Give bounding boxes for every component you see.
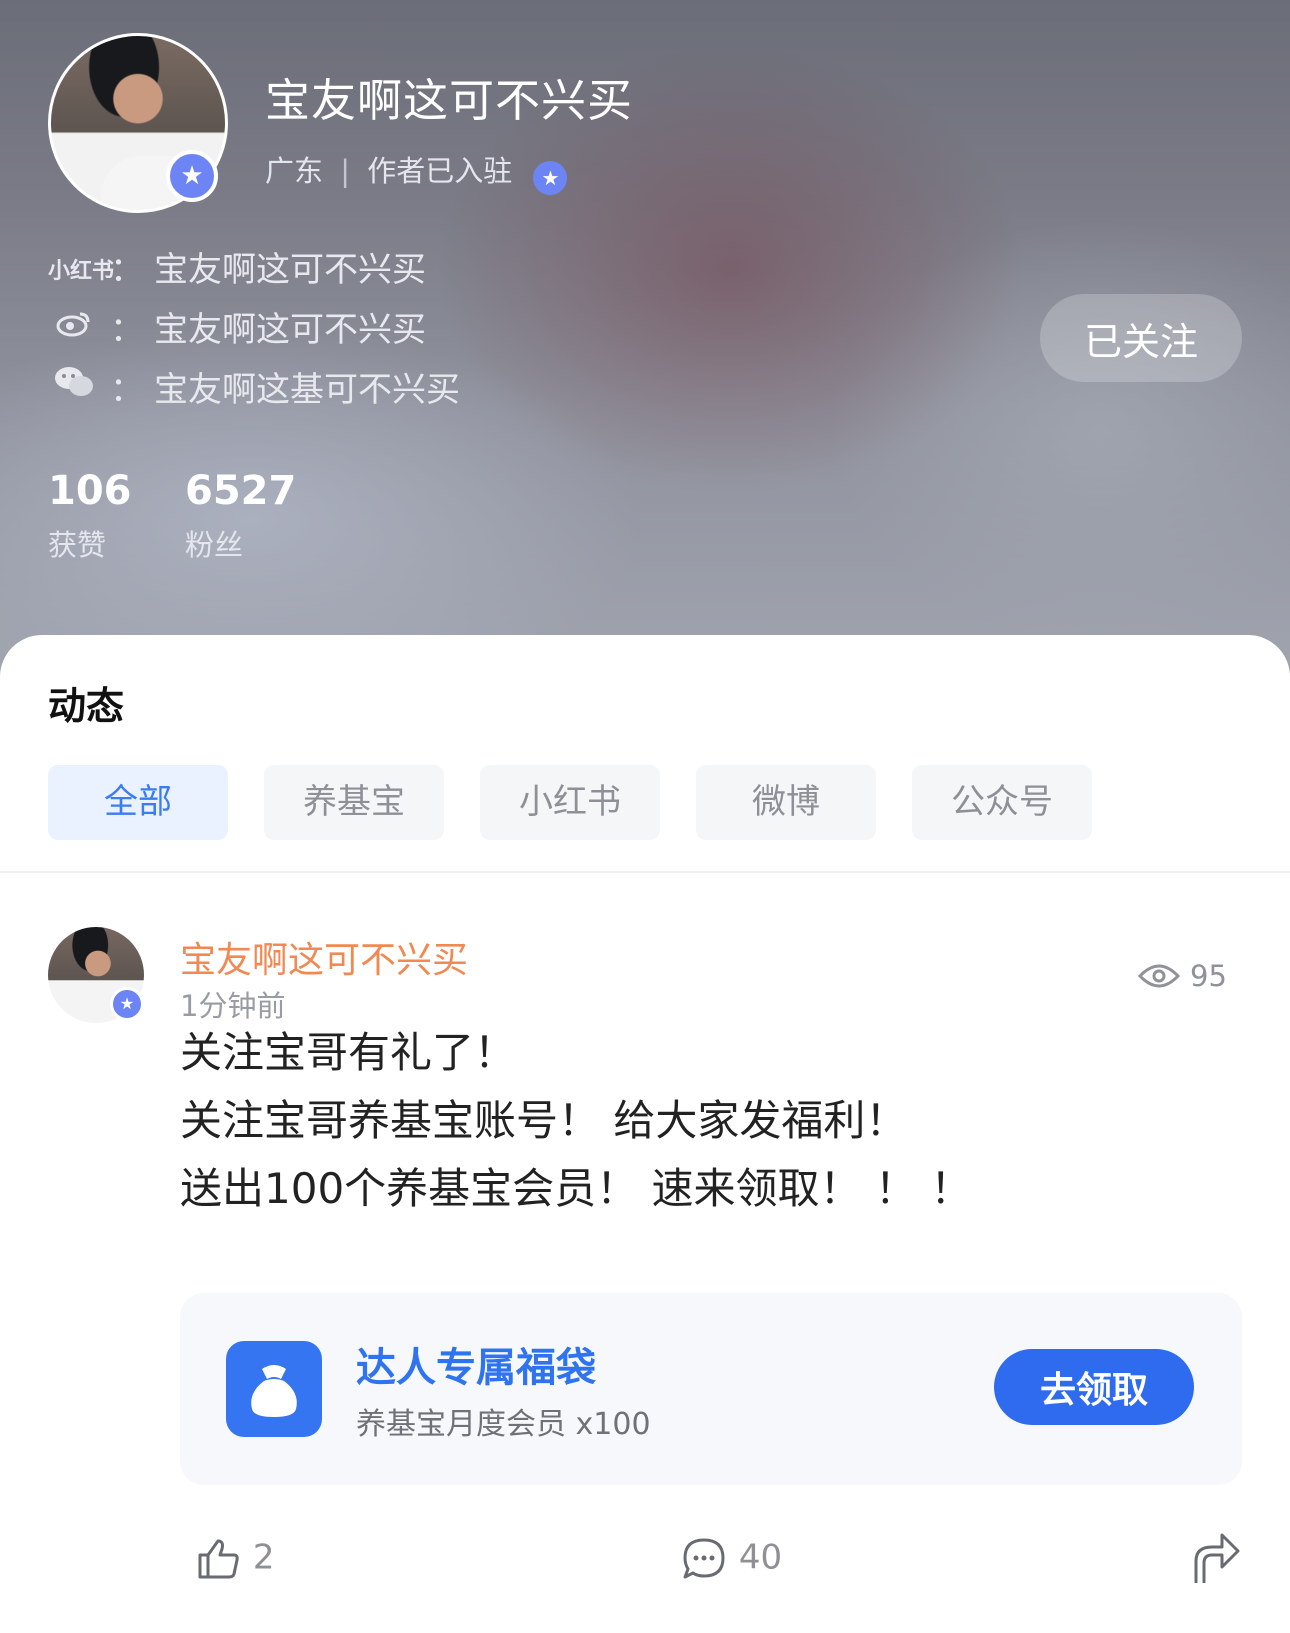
like-button[interactable]: 2 (194, 1535, 274, 1583)
profile-page: ★ 宝友啊这可不兴买 广东 | 作者已入驻 ★ 小红书： 宝友啊这可不兴买 ：宝友… (0, 0, 1290, 1633)
social-colon: ： (110, 250, 144, 290)
post-line-2: 关注宝哥养基宝账号！ 给大家发福利！ (180, 1096, 908, 1145)
tab-official-account[interactable]: 公众号 (912, 765, 1092, 840)
feed-panel: 动态 全部 养基宝 小红书 微博 公众号 ★ 宝友啊这可不兴买 1分钟前 95 … (0, 635, 1290, 1633)
wechat-icon (48, 364, 100, 406)
social-wechat-row[interactable]: ：宝友啊这基可不兴买 (48, 362, 460, 411)
social-handle: 宝友啊这可不兴买 (154, 310, 426, 350)
post-author-name[interactable]: 宝友啊这可不兴买 (180, 931, 468, 983)
feed-tabs: 全部 养基宝 小红书 微博 公众号 (48, 765, 1092, 840)
like-count: 2 (252, 1537, 275, 1578)
share-button[interactable] (1188, 1527, 1242, 1585)
lucky-bag-icon (226, 1341, 322, 1437)
tab-xiaohongshu[interactable]: 小红书 (480, 765, 660, 840)
post-views: 95 (1138, 959, 1227, 993)
social-xiaohongshu-row[interactable]: 小红书： 宝友啊这可不兴买 (48, 242, 426, 291)
profile-name: 宝友啊这可不兴买 (265, 74, 634, 127)
claim-button[interactable]: 去领取 (994, 1349, 1194, 1425)
share-icon (1194, 1533, 1240, 1583)
tab-all[interactable]: 全部 (48, 765, 228, 840)
followed-button[interactable]: 已关注 (1040, 294, 1242, 382)
social-handle: 宝友啊这基可不兴买 (154, 370, 460, 410)
post-line-1: 关注宝哥有礼了！ (180, 1028, 517, 1077)
social-colon: ： (110, 310, 144, 350)
meta-separator: | (340, 154, 351, 188)
views-count: 95 (1190, 959, 1227, 993)
profile-location: 广东 (265, 154, 324, 188)
profile-header: ★ 宝友啊这可不兴买 广东 | 作者已入驻 ★ 小红书： 宝友啊这可不兴买 ：宝友… (0, 0, 1290, 700)
author-status: 作者已入驻 (367, 154, 513, 188)
reward-card[interactable]: 达人专属福袋 养基宝月度会员 x100 去领取 (180, 1293, 1242, 1485)
social-handle: 宝友啊这可不兴买 (154, 250, 426, 290)
comment-button[interactable]: 40 (680, 1535, 782, 1583)
thumbs-up-icon (198, 1539, 239, 1579)
xiaohongshu-icon: 小红书 (48, 259, 115, 284)
social-weibo-row[interactable]: ：宝友啊这可不兴买 (48, 302, 426, 351)
profile-meta: 广东 | 作者已入驻 ★ (265, 148, 568, 195)
tab-weibo[interactable]: 微博 (696, 765, 876, 840)
comment-icon (683, 1538, 725, 1579)
reward-title: 达人专属福袋 (356, 1345, 596, 1391)
post-verified-icon: ★ (110, 987, 144, 1021)
comment-count: 40 (738, 1537, 783, 1578)
followers-label: 粉丝 (185, 528, 244, 562)
tabs-divider (0, 871, 1290, 873)
social-colon: ： (110, 370, 144, 410)
eye-icon (1138, 964, 1180, 988)
feed-title: 动态 (48, 684, 125, 728)
tab-yangjibao[interactable]: 养基宝 (264, 765, 444, 840)
weibo-icon (48, 308, 100, 346)
followers-count: 6527 (185, 468, 297, 514)
likes-count: 106 (48, 468, 132, 514)
followers-stat[interactable]: 6527 粉丝 (185, 468, 296, 564)
verified-badge-icon: ★ (166, 150, 218, 202)
likes-stat: 106 获赞 (48, 468, 132, 564)
post-line-3: 送出100个养基宝会员！ 速来领取！ ！ ！ (180, 1164, 973, 1213)
reward-subtitle: 养基宝月度会员 x100 (356, 1407, 651, 1442)
author-verified-icon: ★ (533, 161, 568, 195)
post-actions: 2 40 (0, 1527, 1290, 1607)
likes-label: 获赞 (48, 528, 107, 562)
